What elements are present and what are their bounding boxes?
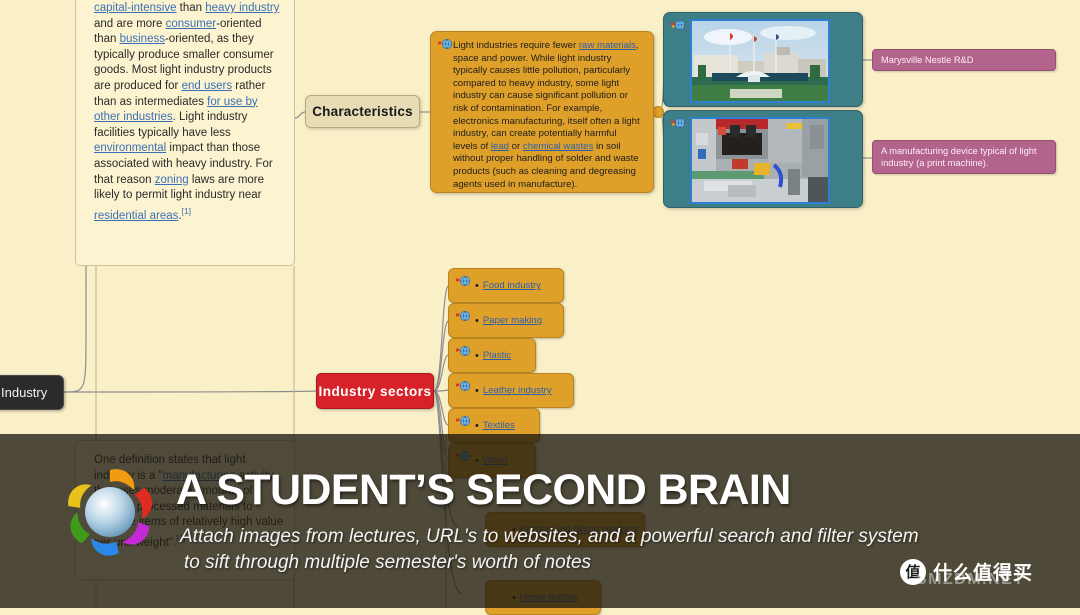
sector-leaf-paper-making[interactable]: • Paper making bbox=[448, 303, 564, 338]
globe-link-icon bbox=[438, 39, 452, 50]
caption-print-machine[interactable]: A manufacturing device typical of light … bbox=[872, 140, 1056, 174]
overlay-subtitle-line1: Attach images from lectures, URL's to we… bbox=[180, 526, 919, 547]
globe-link-icon bbox=[671, 118, 685, 129]
node-industry-label: Industry bbox=[1, 385, 48, 400]
watermark-domain: SMZDM.NET bbox=[916, 571, 1025, 588]
globe-link-icon bbox=[456, 416, 470, 427]
node-characteristics-label: Characteristics bbox=[312, 104, 413, 119]
image-node-print-machine[interactable] bbox=[663, 110, 863, 208]
sector-leaf-plastic[interactable]: • Plastic bbox=[448, 338, 536, 373]
node-characteristics[interactable]: Characteristics bbox=[305, 95, 420, 128]
overlay-subtitle: Attach images from lectures, URL's to we… bbox=[180, 524, 1000, 576]
sector-label: Plastic bbox=[482, 350, 512, 361]
node-industry-sectors-label: Industry sectors bbox=[318, 383, 432, 399]
sector-label: Textiles bbox=[482, 420, 515, 431]
sector-leaf-leather-industry[interactable]: • Leather industry bbox=[448, 373, 574, 408]
globe-link-icon bbox=[671, 20, 685, 31]
node-industry-root[interactable]: Industry bbox=[0, 375, 64, 410]
sector-label: Paper making bbox=[482, 315, 543, 326]
thumbnail-print-machine[interactable] bbox=[690, 117, 830, 204]
node-industry-sectors[interactable]: Industry sectors bbox=[316, 373, 434, 409]
wiki-note-body: capital-intensive than heavy industry an… bbox=[94, 2, 280, 222]
wiki-text-note[interactable]: capital-intensive than heavy industry an… bbox=[75, 0, 295, 266]
orange-note-body: Light industries require fewer raw mater… bbox=[453, 40, 640, 190]
sector-label: Leather industry bbox=[482, 385, 552, 396]
sector-leaf-food-industry[interactable]: • Food industry bbox=[448, 268, 564, 303]
overlay-title: A STUDENT’S SECOND BRAIN bbox=[176, 466, 791, 514]
bullet-icon: • bbox=[475, 279, 479, 292]
bullet-icon: • bbox=[475, 384, 479, 397]
globe-link-icon bbox=[456, 276, 470, 287]
collapse-dot bbox=[652, 106, 664, 118]
orange-rich-note[interactable]: Light industries require fewer raw mater… bbox=[430, 31, 654, 193]
bullet-icon: • bbox=[475, 419, 479, 432]
bullet-icon: • bbox=[475, 349, 479, 362]
caption-text: A manufacturing device typical of light … bbox=[881, 146, 1037, 168]
overlay-subtitle-line2: to sift through multiple semester's wort… bbox=[184, 552, 592, 573]
image-node-marysville[interactable] bbox=[663, 12, 863, 107]
caption-marysville[interactable]: Marysville Nestle R&D bbox=[872, 49, 1056, 71]
bullet-icon: • bbox=[475, 314, 479, 327]
caption-text: Marysville Nestle R&D bbox=[881, 55, 974, 65]
globe-link-icon bbox=[456, 381, 470, 392]
sector-label: Food industry bbox=[482, 280, 541, 291]
globe-link-icon bbox=[456, 311, 470, 322]
thumbnail-marysville-nestle[interactable] bbox=[690, 19, 830, 103]
mindmap-canvas: capital-intensive than heavy industry an… bbox=[0, 0, 1080, 615]
globe-link-icon bbox=[456, 346, 470, 357]
pinwheel-logo bbox=[68, 469, 153, 556]
